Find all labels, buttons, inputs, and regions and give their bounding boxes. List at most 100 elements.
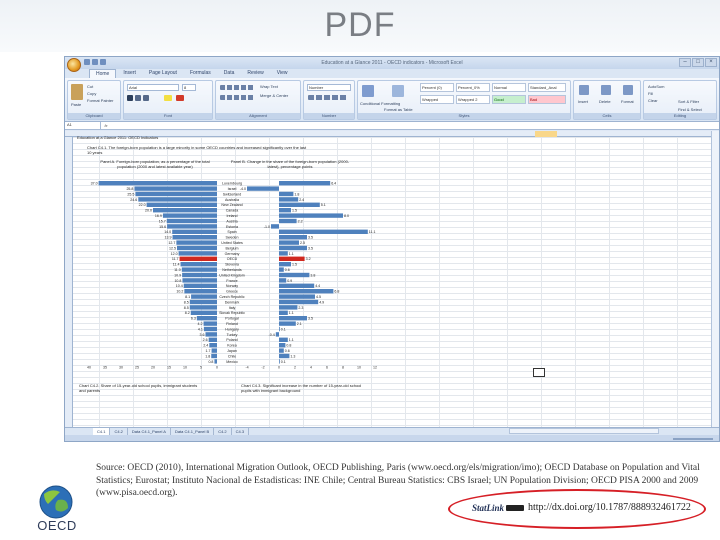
style-percent-0[interactable]: Percent_0% <box>456 83 490 92</box>
tab-view[interactable]: View <box>271 69 294 78</box>
panel-a-value-label: 0.8 <box>208 360 213 364</box>
sheet-tab-data-panel-a[interactable]: Data C4.1_Panel A <box>128 428 171 435</box>
panel-b-bar <box>279 348 284 353</box>
autosum-button[interactable]: AutoSum <box>648 84 664 89</box>
sheet-tab-c4-2[interactable]: C4.2 <box>110 428 128 435</box>
panel-a-value-label: 8.2 <box>185 311 190 315</box>
panel-a-bar <box>191 294 217 299</box>
selected-cell[interactable] <box>533 368 545 377</box>
clear-button[interactable]: Clear <box>648 98 658 103</box>
align-icons[interactable] <box>220 85 254 90</box>
style-wrapped[interactable]: Wrapped <box>420 95 454 104</box>
style-good[interactable]: Good <box>492 95 526 104</box>
italic-icon[interactable] <box>135 95 141 101</box>
paste-icon[interactable] <box>71 84 83 100</box>
tab-page-layout[interactable]: Page Layout <box>143 69 183 78</box>
tab-review[interactable]: Review <box>241 69 269 78</box>
panel-a-bar <box>167 224 217 229</box>
editing-group: AutoSum Fill Clear Sort & Filter Find & … <box>643 80 717 120</box>
statlink-logo: StatLink <box>472 503 505 513</box>
close-icon[interactable]: × <box>705 58 717 67</box>
minimize-icon[interactable]: – <box>679 58 691 67</box>
fill-button[interactable]: Fill <box>648 91 653 96</box>
sheet-tab-c4-2b[interactable]: C4.2 <box>214 428 232 435</box>
oecd-wordmark: OECD <box>37 518 77 533</box>
delete-cells-icon[interactable] <box>601 85 611 95</box>
panel-b-bar <box>279 353 290 359</box>
horizontal-scrollbar[interactable] <box>509 428 659 434</box>
panel-b-bar <box>279 299 319 305</box>
find-select-button[interactable]: Find & Select <box>678 107 702 112</box>
font-size-select[interactable]: 8 <box>182 84 196 91</box>
format-table-icon[interactable] <box>392 85 404 97</box>
panel-b-bar <box>279 359 280 364</box>
sheet-tab-c4-3[interactable]: C4.3 <box>232 428 250 435</box>
slide-title: PDF <box>324 6 396 44</box>
format-button[interactable]: Format <box>621 99 634 104</box>
panel-a-value-label: 25.8 <box>126 187 133 191</box>
maximize-icon[interactable]: □ <box>692 58 704 67</box>
format-painter-button[interactable]: Format Painter <box>87 98 113 103</box>
insert-button[interactable]: Insert <box>578 99 588 104</box>
panel-b-bar <box>279 316 307 321</box>
panel-b-title: Panel B. Change in the share of the fore… <box>230 159 350 169</box>
underline-icon[interactable] <box>143 95 149 101</box>
wrap-text-button[interactable]: Wrap Text <box>260 84 278 89</box>
conditional-formatting-icon[interactable] <box>362 85 374 97</box>
sheet-tab-data-panel-b[interactable]: Data C4.1_Panel B <box>171 428 215 435</box>
style-bad[interactable]: Bad <box>528 95 566 104</box>
number-format-select[interactable]: Number <box>307 84 351 91</box>
tab-home[interactable]: Home <box>89 69 117 78</box>
panel-b-value-label: 3.5 <box>308 317 313 321</box>
paste-button[interactable]: Paste <box>71 102 81 107</box>
tab-insert[interactable]: Insert <box>117 69 142 78</box>
panel-a-value-label: 24.6 <box>130 198 137 202</box>
tab-data[interactable]: Data <box>218 69 241 78</box>
justify-icons[interactable] <box>220 95 254 100</box>
panel-b-bar <box>279 251 288 256</box>
style-wrapped-2[interactable]: Wrapped 2 <box>456 95 490 104</box>
sheet-tab-c4-1[interactable]: C4.1 <box>93 428 111 435</box>
bold-icon[interactable] <box>127 95 133 101</box>
panel-b-tick-label: 10 <box>357 366 361 370</box>
zoom-slider[interactable] <box>673 438 713 440</box>
ribbon: Paste Cut Copy Format Painter Clipboard … <box>65 78 719 122</box>
country-label: Luxembourg <box>222 182 242 186</box>
panel-a-value-label: 1.8 <box>205 354 210 358</box>
ribbon-tabs: Home Insert Page Layout Formulas Data Re… <box>65 69 719 78</box>
spreadsheet-grid[interactable]: Education at a Glance 2011: OECD Indicat… <box>65 131 719 427</box>
fill-color-icon[interactable] <box>164 95 172 101</box>
cut-button[interactable]: Cut <box>87 84 93 89</box>
panel-b-value-label: 4.4 <box>315 284 320 288</box>
conditional-formatting-button[interactable]: Conditional Formatting <box>360 101 400 106</box>
format-table-button[interactable]: Format as Table <box>384 107 413 112</box>
format-cells-icon[interactable] <box>623 85 633 95</box>
style-normal[interactable]: Normal <box>492 83 526 92</box>
country-label: Israel <box>228 187 237 191</box>
panel-b-value-label: 1.1 <box>289 338 294 342</box>
statlink-url[interactable]: http://dx.doi.org/10.1787/888932461722 <box>528 502 691 513</box>
panel-b-bar <box>279 278 287 283</box>
tab-formulas[interactable]: Formulas <box>184 69 217 78</box>
panel-b-value-label: 0.1 <box>281 360 286 364</box>
panel-b-tick-label: 6 <box>326 366 328 370</box>
insert-cells-icon[interactable] <box>579 85 589 95</box>
panel-a-bar <box>183 283 217 288</box>
country-label: Italy <box>229 306 236 310</box>
merge-center-button[interactable]: Merge & Center <box>260 93 288 98</box>
panel-b-bar <box>279 256 305 261</box>
number-format-icons[interactable] <box>308 95 348 100</box>
font-color-icon[interactable] <box>176 95 184 101</box>
country-label: Switzerland <box>223 192 242 196</box>
copy-button[interactable]: Copy <box>87 91 96 96</box>
vertical-scrollbar[interactable] <box>711 131 719 427</box>
style-standard[interactable]: Standard_Anal <box>528 83 566 92</box>
delete-button[interactable]: Delete <box>599 99 611 104</box>
name-box[interactable]: A1 <box>65 122 101 129</box>
style-percent[interactable]: Percent (0) <box>420 83 454 92</box>
sort-filter-button[interactable]: Sort & Filter <box>678 99 699 104</box>
panel-b-bar <box>271 224 279 229</box>
formula-icon[interactable]: fx <box>101 123 111 128</box>
font-name-select[interactable]: Arial <box>127 84 179 91</box>
panel-a-bar <box>135 191 217 197</box>
